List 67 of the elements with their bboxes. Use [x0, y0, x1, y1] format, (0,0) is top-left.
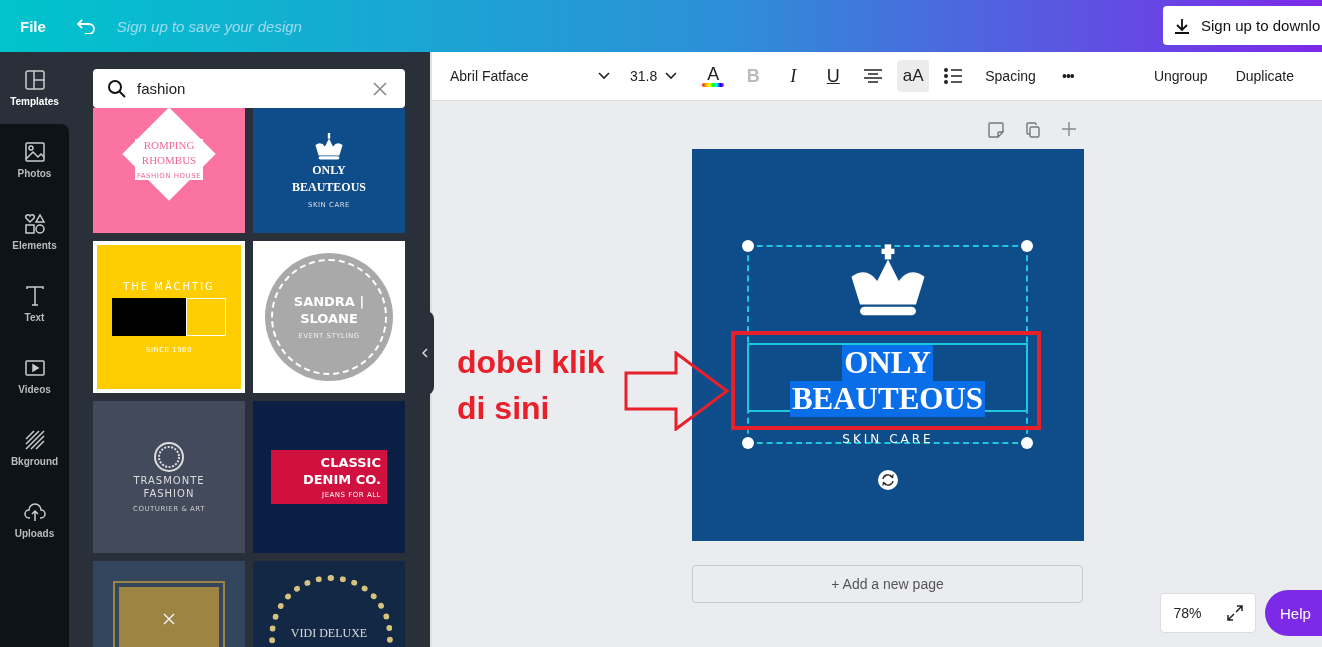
sidebar-item[interactable]: Elements [0, 196, 69, 268]
template-title: DENIM CO. [302, 472, 381, 487]
template-title: VIDI DELUXE [289, 627, 369, 641]
template-title: TRASMONTE [133, 475, 205, 486]
photos-icon [23, 141, 46, 163]
text-icon [23, 285, 46, 307]
crown-icon [313, 132, 345, 161]
add-page-button[interactable]: + Add a new page [692, 565, 1083, 603]
underline-button[interactable]: U [817, 60, 850, 92]
template-title: ROMPING [143, 139, 195, 152]
elements-icon [23, 213, 46, 235]
chevron-down-icon [665, 72, 678, 80]
save-hint: Sign up to save your design [116, 17, 302, 35]
chevron-left-icon [422, 348, 428, 358]
heading-text[interactable]: ONLY [842, 345, 933, 381]
italic-button[interactable]: I [777, 60, 810, 92]
font-size-dropdown[interactable]: 31.8 [626, 60, 682, 92]
align-center-icon [863, 68, 884, 84]
bullet-list-icon [944, 68, 963, 84]
search-icon [107, 79, 127, 99]
sidebar-item[interactable]: Uploads [0, 484, 69, 556]
toolbar-action-button[interactable]: Ungroup [1145, 60, 1216, 92]
background-icon [23, 429, 46, 451]
heading-text[interactable]: BEAUTEOUS [789, 381, 986, 417]
resize-handle[interactable] [742, 240, 754, 252]
spacing-button[interactable]: Spacing [977, 60, 1044, 92]
subtitle-text[interactable]: SKIN CARE [692, 432, 1084, 446]
zoom-control[interactable]: 78% [1160, 593, 1256, 633]
close-icon[interactable] [373, 82, 387, 96]
template-title: FASHION [143, 488, 195, 499]
template-title: CLASSIC [320, 455, 381, 470]
templates-icon [23, 69, 46, 91]
font-dropdown[interactable]: Abril Fatface [450, 60, 610, 92]
videos-icon [23, 357, 46, 379]
sidebar-item[interactable]: Bkground [0, 412, 69, 484]
letter-case-button[interactable]: aA [897, 60, 930, 92]
resize-handle[interactable] [742, 437, 754, 449]
resize-handle[interactable] [1021, 437, 1033, 449]
annotation-text: dobel klik [457, 343, 605, 382]
sidebar-item[interactable]: Photos [0, 124, 69, 196]
template-title: SANDRA | [293, 294, 365, 309]
template-thumbnail[interactable] [93, 561, 245, 647]
chevron-down-icon [598, 72, 610, 80]
note-icon[interactable] [987, 121, 1005, 139]
copy-icon[interactable] [1024, 121, 1042, 139]
signup-button[interactable]: Sign up to downlo [1163, 6, 1322, 45]
uploads-icon [23, 501, 46, 523]
search-field[interactable]: fashion [93, 69, 405, 108]
expand-icon[interactable] [1226, 605, 1243, 621]
help-button[interactable]: Help [1265, 590, 1322, 636]
template-title: THE MÄCHTIG [123, 280, 215, 292]
ring-icon [153, 441, 185, 473]
zoom-level[interactable]: 78% [1173, 605, 1202, 621]
download-icon [1173, 16, 1191, 35]
template-thumbnail[interactable]: VIDI DELUXE [253, 561, 405, 647]
template-title: BEAUTEOUS [292, 179, 366, 195]
more-button[interactable]: ••• [1051, 60, 1084, 92]
template-title: SLOANE [300, 311, 358, 326]
sidebar-item[interactable]: Text [0, 268, 69, 340]
resize-handle[interactable] [1021, 240, 1033, 252]
rotate-icon[interactable] [878, 470, 898, 490]
template-title: ONLY [312, 162, 346, 178]
annotation-text: di sini [457, 389, 551, 428]
template-title: RHOMBUS [141, 153, 197, 166]
toolbar-action-button[interactable]: Duplicate [1227, 60, 1302, 92]
text-color-button[interactable]: A [697, 60, 730, 92]
sidebar-item[interactable]: Videos [0, 340, 69, 412]
